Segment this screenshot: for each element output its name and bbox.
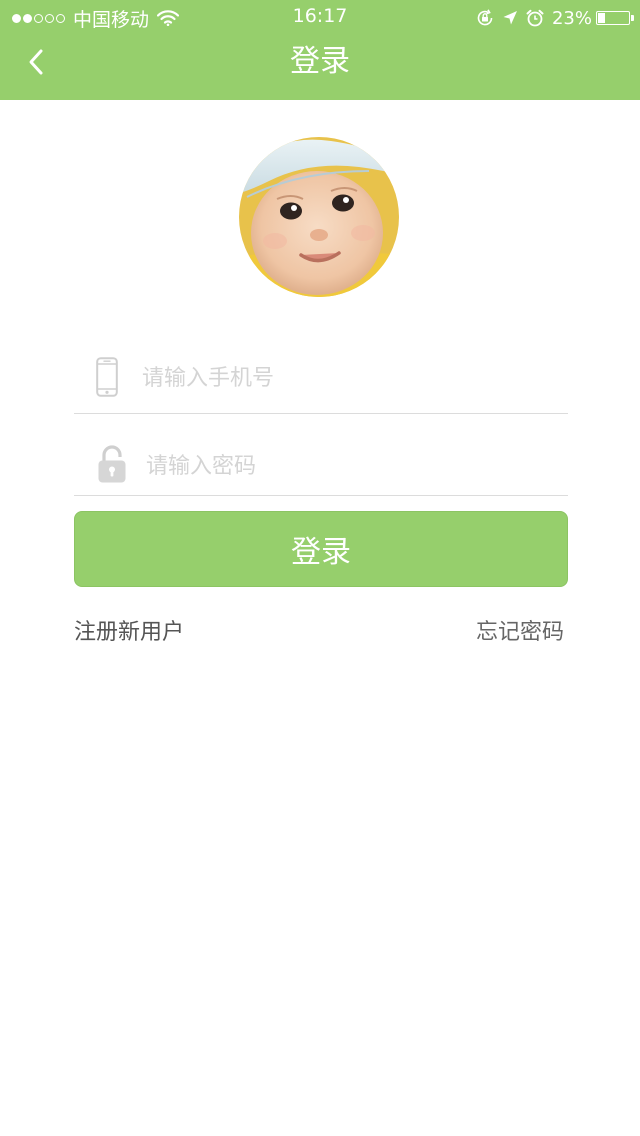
status-bar: 中国移动 16:17 23% — [0, 0, 640, 40]
header: 中国移动 16:17 23% 登录 — [0, 0, 640, 100]
location-arrow-icon — [503, 11, 517, 25]
avatar[interactable] — [239, 137, 399, 297]
battery-level — [598, 13, 605, 23]
phone-icon — [96, 357, 118, 397]
navigation-bar: 登录 — [0, 40, 640, 100]
status-bar-right: 23% — [468, 5, 634, 31]
forgot-password-link[interactable]: 忘记密码 — [476, 618, 564, 648]
battery-percentage: 23% — [551, 7, 592, 29]
page-title: 登录 — [290, 44, 350, 79]
baby-avatar-photo — [239, 137, 399, 297]
register-link[interactable]: 注册新用户 — [74, 618, 184, 648]
battery-icon — [596, 11, 634, 25]
login-screen: 中国移动 16:17 23% 登录 请输入手机号 登录 注册新用户 忘记密码 — [0, 0, 640, 1136]
login-button[interactable]: 登录 — [74, 511, 568, 587]
password-field-row — [74, 430, 568, 496]
password-input[interactable] — [146, 448, 546, 484]
phone-input[interactable] — [142, 360, 542, 396]
rotation-lock-icon — [477, 9, 493, 26]
lock-icon — [98, 445, 126, 483]
alarm-clock-icon — [526, 9, 544, 27]
phone-field-row — [74, 340, 568, 414]
